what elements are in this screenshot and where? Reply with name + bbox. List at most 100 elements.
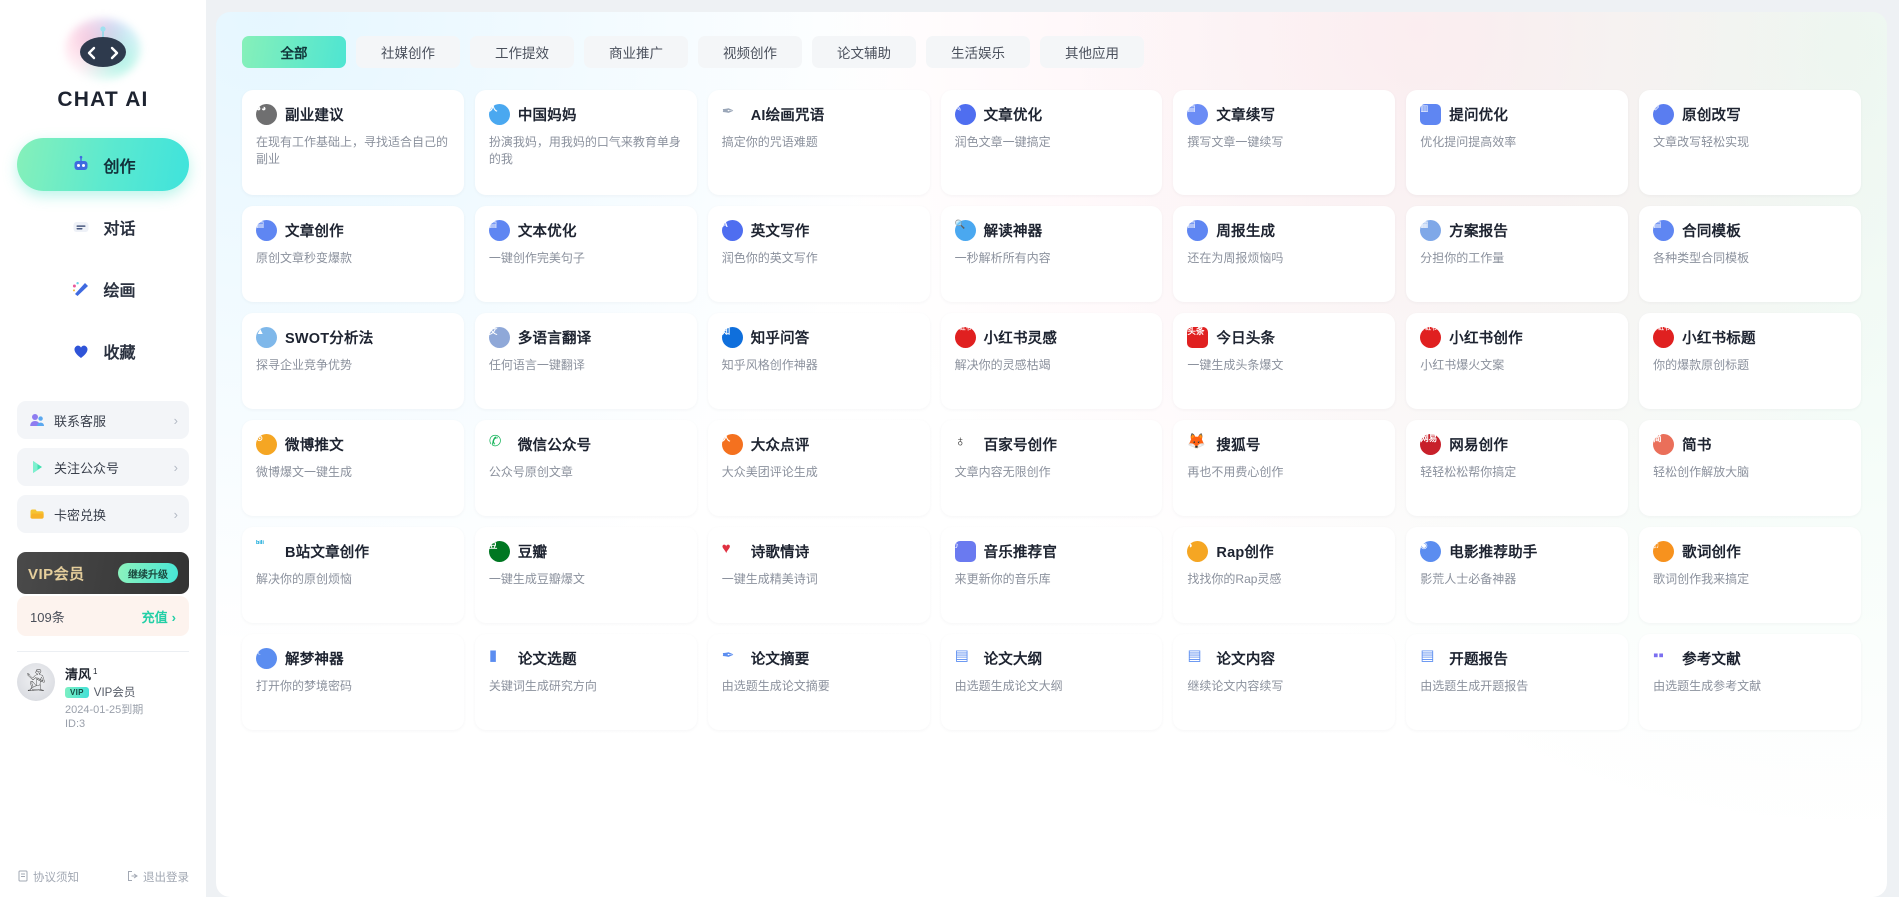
prompt-card[interactable]: 🔍 解读神器 一秒解析所有内容 bbox=[940, 206, 1163, 302]
prompt-card[interactable]: ✐ 原创改写 文章改写轻松实现 bbox=[1639, 90, 1861, 195]
prompt-card[interactable]: 文多语言翻译 任何语言一键翻译 bbox=[474, 313, 697, 409]
card-title: 歌词创作 bbox=[1682, 545, 1741, 561]
card-head: ⊙ 微博推文 bbox=[256, 434, 450, 455]
agreement-link[interactable]: 协议须知 bbox=[17, 869, 79, 885]
prompt-card[interactable]: bili B站文章创作 解决你的原创烦恼 bbox=[242, 527, 464, 623]
card-description: 一键生成豆瓣爆文 bbox=[488, 572, 585, 586]
prompt-card[interactable]: ▤ 论文大纲 由选题生成论文大纲 bbox=[940, 634, 1163, 730]
prompt-card[interactable]: ▥ 提问优化 优化提问提高效率 bbox=[1406, 90, 1629, 195]
prompt-card[interactable]: ▤ 合同模板 各种类型合同模板 bbox=[1639, 206, 1861, 302]
recharge-button[interactable]: 充值 › bbox=[142, 607, 176, 626]
prompt-card[interactable]: ♁ 百家号创作 文章内容无限创作 bbox=[940, 420, 1163, 516]
card-description: 扮演我妈，用我妈的口气来教育单身的我 bbox=[488, 135, 681, 167]
prompt-card[interactable]: ◉ 电影推荐助手 影荒人士必备神器 bbox=[1406, 527, 1629, 623]
vip-membership-card[interactable]: VIP会员 继续升级 bbox=[17, 552, 189, 594]
prompt-card[interactable]: 豆豆瓣 一键生成豆瓣爆文 bbox=[474, 527, 697, 623]
prompt-card[interactable]: ◑ Rap创作找找你的Rap灵感 bbox=[1173, 527, 1396, 623]
prompt-card[interactable]: ▤ 文章续写 撰写文章一键续写 bbox=[1173, 90, 1396, 195]
tab-3[interactable]: 商业推广 bbox=[584, 36, 688, 68]
prompt-card[interactable]: ✒ 论文摘要 由选题生成论文摘要 bbox=[707, 634, 930, 730]
chart-analysis-icon: ▲ bbox=[256, 327, 277, 348]
prompt-card[interactable]: ✒ AI绘画咒语 搞定你的咒语难题 bbox=[707, 90, 930, 195]
prompt-card[interactable]: 人中国妈妈 扮演我妈，用我妈的口气来教育单身的我 bbox=[474, 90, 697, 195]
prompt-card[interactable]: ▤ 周报生成 还在为周报烦恼吗 bbox=[1173, 206, 1396, 302]
card-description: 文章改写轻松实现 bbox=[1653, 135, 1750, 149]
card-description: 轻松创作解放大脑 bbox=[1653, 465, 1750, 479]
prompt-card[interactable]: ♫ 歌词创作 歌词创作我来搞定 bbox=[1639, 527, 1861, 623]
prompt-card[interactable]: ▤ 文章创作 原创文章秒变爆款 bbox=[242, 206, 464, 302]
card-description: 找找你的Rap灵感 bbox=[1187, 572, 1282, 586]
prompt-card[interactable]: ⊙ 微博推文 微博爆文一键生成 bbox=[242, 420, 464, 516]
book-blue-icon: ▮ bbox=[488, 647, 498, 664]
prompt-card[interactable]: ♥ 诗歌情诗 一键生成精美诗词 bbox=[707, 527, 930, 623]
prompt-card[interactable]: 🦊 搜狐号 再也不用费心创作 bbox=[1173, 420, 1396, 516]
prompt-card[interactable]: ▮ 论文选题 关键词生成研究方向 bbox=[474, 634, 697, 730]
tab-6[interactable]: 生活娱乐 bbox=[926, 36, 1030, 68]
card-head: ♪ 音乐推荐官 bbox=[954, 541, 1149, 562]
music-note-icon: ♪ bbox=[954, 541, 976, 562]
sidebar-item-duihua[interactable]: 对话 bbox=[17, 200, 189, 253]
prompt-card[interactable]: ✎ 文章优化 润色文章一键搞定 bbox=[940, 90, 1163, 195]
quick-link-contact-support[interactable]: 联系客服 › bbox=[17, 401, 189, 439]
card-title: 微博推文 bbox=[285, 438, 344, 454]
prompt-card[interactable]: ▤ 开题报告 由选题生成开题报告 bbox=[1406, 634, 1629, 730]
prompt-card[interactable]: ▪▪ 参考文献 由选题生成参考文献 bbox=[1639, 634, 1861, 730]
card-title: 小红书创作 bbox=[1449, 331, 1523, 347]
user-profile[interactable]: 𓀀 清风 1 VIP VIP会员 2024-01-25到期 ID:3 bbox=[17, 663, 189, 730]
prompt-card[interactable]: 小红书 小红书创作 小红书爆火文案 bbox=[1406, 313, 1629, 409]
card-description: 影荒人士必备神器 bbox=[1420, 572, 1517, 586]
tab-label: 社媒创作 bbox=[381, 46, 435, 61]
content-panel: 全部 社媒创作 工作提效 商业推广 视频创作 论文辅助 生活娱乐 其他应用 ◕◕ 副业建议 在现有… bbox=[216, 12, 1887, 897]
xiaohongshu-icon: 小红书 bbox=[1420, 326, 1442, 348]
prompt-card[interactable]: 人大众点评 大众美团评论生成 bbox=[707, 420, 930, 516]
tab-0[interactable]: 全部 bbox=[242, 36, 346, 68]
prompt-card[interactable]: ☾ 解梦神器 打开你的梦境密码 bbox=[242, 634, 464, 730]
tab-label: 视频创作 bbox=[723, 46, 777, 61]
paint-brush-icon bbox=[70, 278, 92, 300]
card-title: 搜狐号 bbox=[1216, 438, 1261, 454]
card-description: 一键创作完美句子 bbox=[488, 251, 585, 265]
prompt-card[interactable]: 头条 今日头条 一键生成头条爆文 bbox=[1173, 313, 1396, 409]
card-description: 在现有工作基础上，寻找适合自己的副业 bbox=[256, 135, 449, 167]
prompt-card[interactable]: 小红书 小红书灵感 解决你的灵感枯竭 bbox=[940, 313, 1163, 409]
tab-7[interactable]: 其他应用 bbox=[1040, 36, 1144, 68]
quick-link-label: 关注公众号 bbox=[54, 460, 120, 476]
prompt-card[interactable]: ▦ 方案报告 分担你的工作量 bbox=[1406, 206, 1629, 302]
prompt-card[interactable]: ✆ 微信公众号 公众号原创文章 bbox=[474, 420, 697, 516]
sidebar-item-huihua[interactable]: 绘画 bbox=[17, 262, 189, 315]
prompt-card[interactable]: 网易 网易创作 轻轻松松帮你搞定 bbox=[1406, 420, 1629, 516]
prompt-card[interactable]: 小红书 小红书标题 你的爆款原创标题 bbox=[1639, 313, 1861, 409]
tab-label: 论文辅助 bbox=[837, 46, 891, 61]
pen-nib-icon: ✒ bbox=[721, 647, 735, 664]
sidebar-nav: 创作 对话 绘画 收藏 bbox=[17, 138, 189, 377]
sidebar-item-shoucang[interactable]: 收藏 bbox=[17, 324, 189, 377]
sidebar-item-chuangzuo[interactable]: 创作 bbox=[17, 138, 189, 191]
vip-upgrade-button[interactable]: 继续升级 bbox=[118, 563, 178, 583]
tab-5[interactable]: 论文辅助 bbox=[812, 36, 916, 68]
prompt-card[interactable]: ▤ 文本优化 一键创作完美句子 bbox=[474, 206, 697, 302]
prompt-card[interactable]: ▤ 论文内容 继续论文内容续写 bbox=[1173, 634, 1396, 730]
prompt-card[interactable]: 知知乎问答 知乎风格创作神器 bbox=[707, 313, 930, 409]
prompt-card[interactable]: ◕◕ 副业建议 在现有工作基础上，寻找适合自己的副业 bbox=[242, 90, 464, 195]
prompt-card[interactable]: ♪ 音乐推荐官 来更新你的音乐库 bbox=[940, 527, 1163, 623]
quick-link-label: 卡密兑换 bbox=[54, 507, 107, 523]
card-head: 🔍 解读神器 bbox=[954, 220, 1149, 241]
card-title: 文本优化 bbox=[517, 224, 577, 240]
doc-check-icon: ▤ bbox=[1187, 104, 1209, 125]
card-head: ◑ Rap创作 bbox=[1187, 541, 1381, 562]
tab-2[interactable]: 工作提效 bbox=[470, 36, 574, 68]
panda-icon: ◕◕ bbox=[256, 104, 277, 125]
tab-4[interactable]: 视频创作 bbox=[698, 36, 802, 68]
user-id: ID:3 bbox=[65, 718, 86, 730]
tab-1[interactable]: 社媒创作 bbox=[356, 36, 460, 68]
prompt-card[interactable]: ▲ SWOT分析法 探寻企业竞争优势 bbox=[242, 313, 464, 409]
quick-link-card-redeem[interactable]: 卡密兑换 › bbox=[17, 495, 189, 533]
quick-link-follow-official-account[interactable]: 关注公众号 › bbox=[17, 448, 189, 486]
sidebar-divider bbox=[17, 651, 189, 652]
wallet-icon bbox=[28, 506, 45, 523]
card-head: 小红书 小红书灵感 bbox=[954, 326, 1149, 348]
logout-link[interactable]: 退出登录 bbox=[127, 869, 189, 885]
prompt-card[interactable]: 简简书 轻松创作解放大脑 bbox=[1639, 420, 1861, 516]
prompt-card[interactable]: A 英文写作 润色你的英文写作 bbox=[707, 206, 930, 302]
robot-icon bbox=[70, 154, 92, 176]
